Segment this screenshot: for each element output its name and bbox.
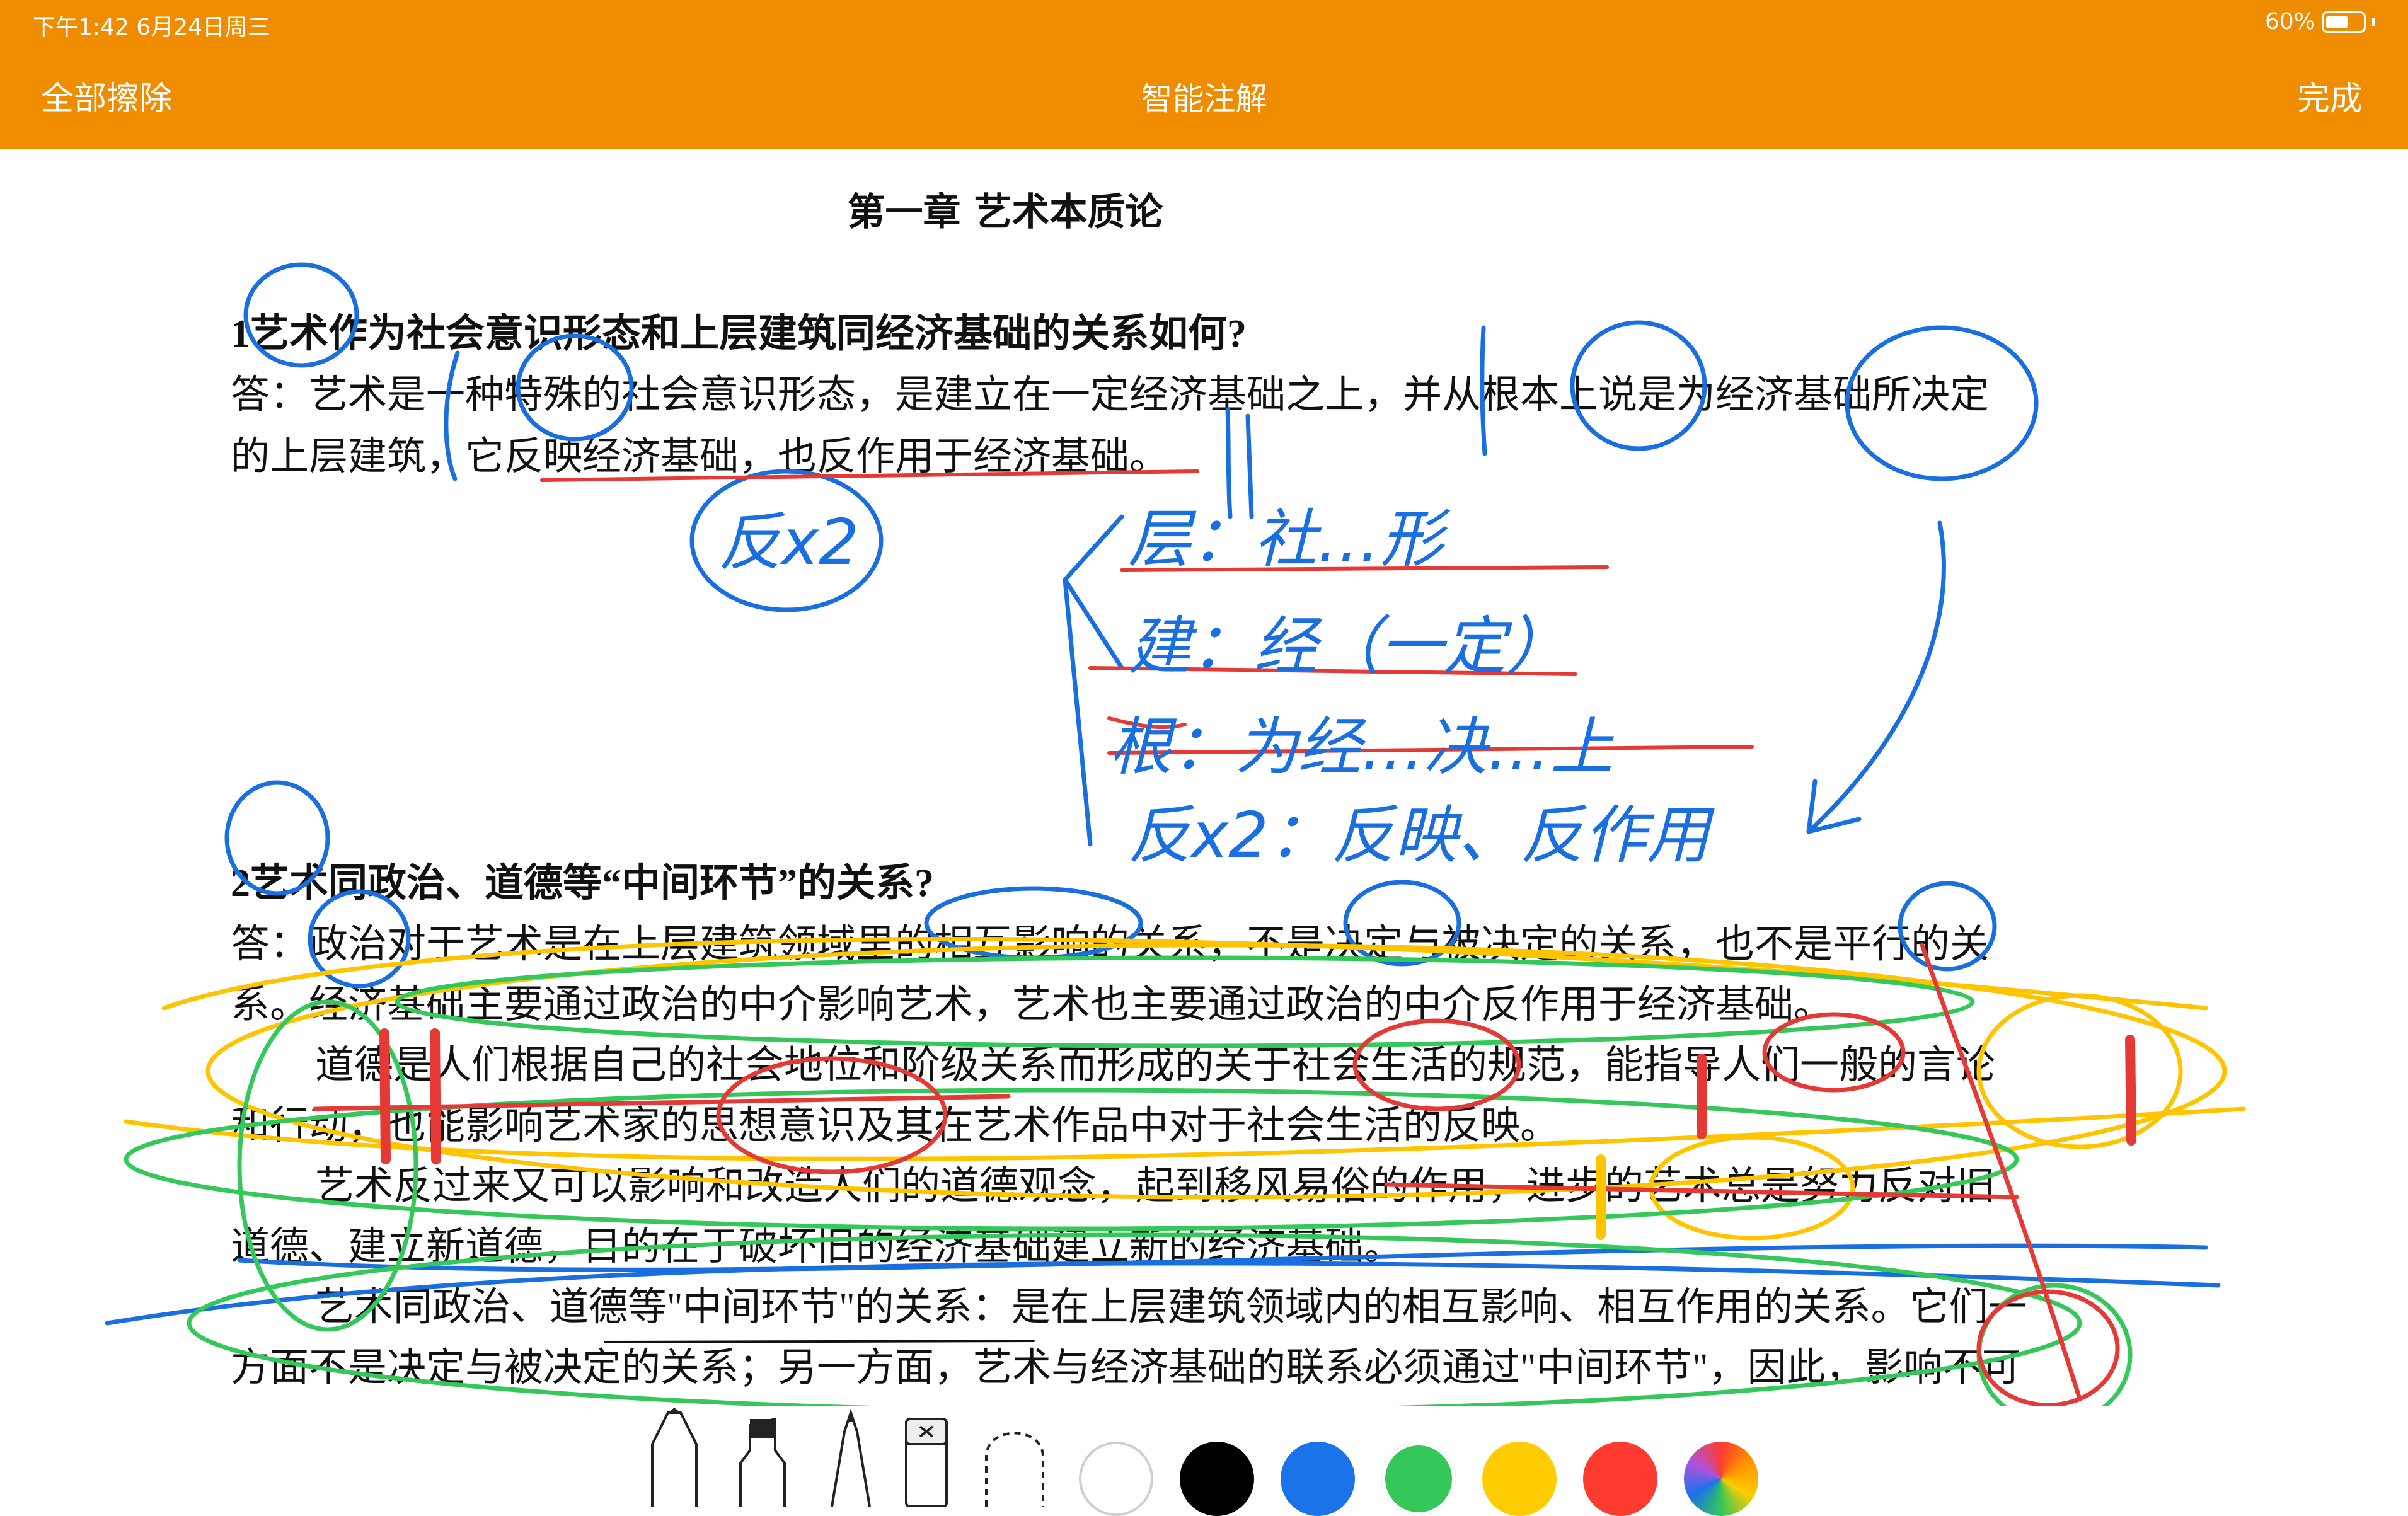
drawing-toolbar: [0, 1406, 2408, 1516]
color-blue-swatch[interactable]: [1281, 1442, 1355, 1516]
pen-icon[interactable]: [643, 1406, 706, 1507]
battery-percent: 60%: [2264, 9, 2315, 35]
color-picker-icon[interactable]: [1684, 1442, 1758, 1516]
chapter-title: 第一章 艺术本质论: [847, 190, 1163, 234]
pencil-icon[interactable]: [819, 1406, 882, 1507]
question-1: 1艺术作为社会意识形态和上层建筑同经济基础的关系如何?: [231, 313, 1247, 355]
answer-2-line-3: 道德是人们根据自己的社会地位和阶级关系而形成的关于社会生活的规范，能指导人们一般…: [315, 1044, 1996, 1087]
document-page[interactable]: 第一章 艺术本质论 1艺术作为社会意识形态和上层建筑同经济基础的关系如何? 答：…: [0, 149, 2408, 1406]
eraser-icon[interactable]: [895, 1406, 958, 1507]
page-title: 智能注解: [1141, 81, 1267, 117]
color-black-swatch[interactable]: [1180, 1442, 1254, 1516]
answer-2-line-4: 和行动，也能影响艺术家的思想意识及其在艺术作品中对于社会生活的反映。: [231, 1105, 1560, 1147]
top-bar: 下午1:42 6月24日周三 60% 全部擦除 智能注解 完成: [0, 0, 2408, 149]
color-red-swatch[interactable]: [1583, 1442, 1657, 1516]
lasso-icon[interactable]: [974, 1406, 1056, 1507]
answer-1-line-2: 的上层建筑，它反映经济基础，也反作用于经济基础。: [231, 435, 1169, 478]
status-time: 下午1:42 6月24日周三: [33, 14, 270, 40]
answer-2-line-1: 答：政治对于艺术是在上层建筑领域里的相互影响的关系，不是决定与被决定的关系，也不…: [231, 923, 1990, 966]
question-2: 2艺术同政治、道德等“中间环节”的关系?: [231, 862, 935, 905]
color-yellow-swatch[interactable]: [1482, 1442, 1557, 1516]
answer-1-line-1: 答：艺术是一种特殊的社会意识形态，是建立在一定经济基础之上，并从根本上说是为经济…: [231, 374, 1990, 416]
answer-2-line-2: 系。经济基础主要通过政治的中介影响艺术，艺术也主要通过政治的中介反作用于经济基础…: [231, 984, 1833, 1026]
battery-icon: [2322, 11, 2366, 33]
marker-icon[interactable]: [731, 1406, 794, 1507]
answer-2-line-5: 艺术反过来又可以影响和改造人们的道德观念，起到移风易俗的作用，进步的艺术总是努力…: [315, 1165, 1996, 1208]
battery-indicator: 60%: [2265, 9, 2375, 35]
done-button[interactable]: 完成: [2297, 77, 2363, 121]
color-green-swatch[interactable]: [1381, 1442, 1456, 1516]
answer-2-line-8: 方面不是决定与被决定的关系；另一方面，艺术与经济基础的联系必须通过"中间环节"，…: [231, 1347, 2021, 1389]
answer-2-line-6: 道德、建立新道德，目的在于破坏旧的经济基础建立新的经济基础。: [231, 1226, 1403, 1268]
color-white-swatch[interactable]: [1079, 1442, 1153, 1516]
answer-2-line-7: 艺术同政治、道德等"中间环节"的关系：是在上层建筑领域内的相互影响、相互作用的关…: [315, 1286, 2027, 1329]
